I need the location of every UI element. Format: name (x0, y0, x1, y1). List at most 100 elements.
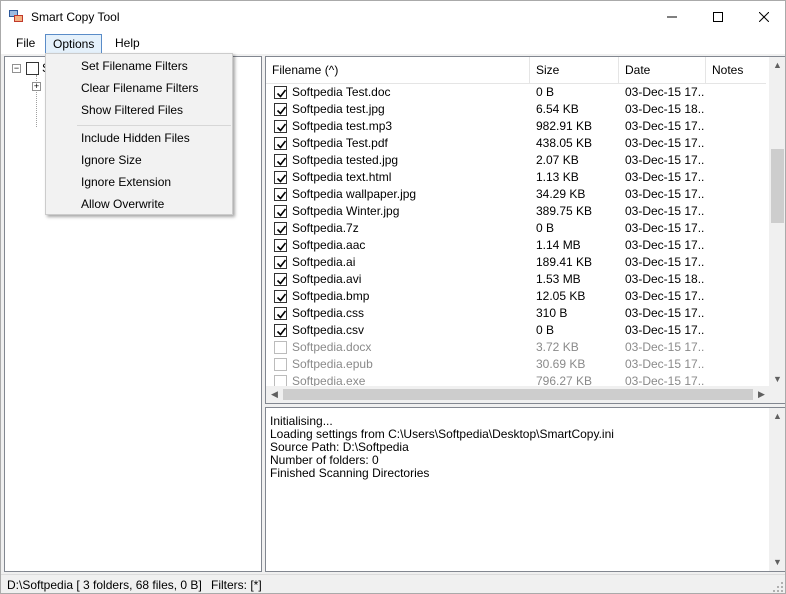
file-row[interactable]: Softpedia.csv 0 B 03-Dec-15 17... (266, 322, 766, 339)
checkmark-icon (276, 293, 287, 302)
column-header-date[interactable]: Date (619, 57, 706, 84)
file-checkbox[interactable] (274, 86, 287, 99)
file-checkbox[interactable] (274, 290, 287, 303)
file-size: 1.53 MB (536, 272, 581, 286)
file-checkbox[interactable] (274, 358, 287, 371)
menu-file[interactable]: File (9, 34, 42, 54)
menu-item-ignore-size[interactable]: Ignore Size (81, 153, 142, 167)
file-size: 3.72 KB (536, 340, 579, 354)
vertical-scroll-thumb[interactable] (771, 149, 784, 223)
menu-separator (77, 125, 231, 126)
app-icon (9, 10, 23, 22)
scroll-right-icon[interactable]: ▶ (753, 386, 770, 403)
file-name: Softpedia.aac (292, 238, 366, 252)
file-row[interactable]: Softpedia.epub 30.69 KB 03-Dec-15 17... (266, 356, 766, 373)
status-bar: D:\Softpedia [ 3 folders, 68 files, 0 B]… (1, 574, 785, 593)
tree-expand-toggle[interactable]: + (32, 82, 41, 91)
checkmark-icon (276, 276, 287, 285)
file-name: Softpedia.epub (292, 357, 373, 371)
file-row[interactable]: Softpedia.css 310 B 03-Dec-15 17... (266, 305, 766, 322)
menu-item-show-filtered-files[interactable]: Show Filtered Files (81, 103, 183, 117)
menu-item-ignore-extension[interactable]: Ignore Extension (81, 175, 171, 189)
log-scroll-up-icon[interactable]: ▲ (769, 408, 785, 425)
file-date: 03-Dec-15 17... (625, 187, 705, 201)
checkmark-icon (276, 191, 287, 200)
log-line: Finished Scanning Directories (270, 466, 430, 480)
scroll-left-icon[interactable]: ◀ (266, 386, 283, 403)
file-row[interactable]: Softpedia test.mp3 982.91 KB 03-Dec-15 17.… (266, 118, 766, 135)
column-header-filename[interactable]: Filename (^) (266, 57, 530, 84)
file-size: 0 B (536, 85, 555, 99)
file-checkbox[interactable] (274, 154, 287, 167)
close-button[interactable] (741, 1, 785, 32)
file-checkbox[interactable] (274, 137, 287, 150)
file-row[interactable]: Softpedia Winter.jpg 389.75 KB 03-Dec-15 1… (266, 203, 766, 220)
file-row[interactable]: Softpedia.7z 0 B 03-Dec-15 17... (266, 220, 766, 237)
file-checkbox[interactable] (274, 120, 287, 133)
file-date: 03-Dec-15 17... (625, 85, 705, 99)
checkmark-icon (276, 259, 287, 268)
window-title: Smart Copy Tool (31, 10, 120, 24)
column-header-notes[interactable]: Notes (706, 57, 766, 84)
tree-root-checkbox[interactable] (26, 62, 39, 75)
file-size: 0 B (536, 323, 555, 337)
file-checkbox[interactable] (274, 103, 287, 116)
menu-item-set-filename-filters[interactable]: Set Filename Filters (81, 59, 188, 73)
file-list-vertical-scrollbar[interactable]: ▲ ▼ (769, 57, 785, 388)
file-row[interactable]: Softpedia.avi 1.53 MB 03-Dec-15 18... (266, 271, 766, 288)
file-row[interactable]: Softpedia.ai 189.41 KB 03-Dec-15 17... (266, 254, 766, 271)
title-bar[interactable]: Smart Copy Tool (1, 1, 785, 32)
file-checkbox[interactable] (274, 205, 287, 218)
horizontal-scroll-thumb[interactable] (283, 389, 753, 400)
file-date: 03-Dec-15 17... (625, 255, 705, 269)
file-row[interactable]: Softpedia Test.pdf 438.05 KB 03-Dec-15 17.… (266, 135, 766, 152)
file-checkbox[interactable] (274, 324, 287, 337)
file-row[interactable]: Softpedia test.jpg 6.54 KB 03-Dec-15 18... (266, 101, 766, 118)
file-name: Softpedia tested.jpg (292, 153, 399, 167)
log-vertical-scrollbar[interactable]: ▲ ▼ (769, 408, 785, 571)
file-row[interactable]: Softpedia.docx 3.72 KB 03-Dec-15 17... (266, 339, 766, 356)
menu-options[interactable]: Options (45, 34, 103, 54)
menu-help[interactable]: Help (108, 34, 147, 54)
resize-grip-icon[interactable] (773, 582, 784, 593)
tree-collapse-toggle[interactable]: − (12, 64, 21, 73)
file-date: 03-Dec-15 18... (625, 272, 705, 286)
file-list-horizontal-scrollbar[interactable]: ◀ ▶ (266, 386, 770, 403)
file-checkbox[interactable] (274, 239, 287, 252)
file-checkbox[interactable] (274, 273, 287, 286)
scroll-up-icon[interactable]: ▲ (769, 57, 785, 74)
file-row[interactable]: Softpedia.aac 1.14 MB 03-Dec-15 17... (266, 237, 766, 254)
file-checkbox[interactable] (274, 222, 287, 235)
log-scroll-down-icon[interactable]: ▼ (769, 554, 785, 571)
file-row[interactable]: Softpedia tested.jpg 2.07 KB 03-Dec-15 17.… (266, 152, 766, 169)
file-date: 03-Dec-15 17... (625, 238, 705, 252)
file-name: Softpedia.bmp (292, 289, 370, 303)
file-name: Softpedia.7z (292, 221, 359, 235)
checkmark-icon (276, 157, 287, 166)
file-checkbox[interactable] (274, 256, 287, 269)
file-checkbox[interactable] (274, 307, 287, 320)
maximize-button[interactable] (695, 1, 741, 32)
file-size: 189.41 KB (536, 255, 593, 269)
menu-item-allow-overwrite[interactable]: Allow Overwrite (81, 197, 164, 211)
checkmark-icon (276, 310, 287, 319)
file-row[interactable]: Softpedia text.html 1.13 KB 03-Dec-15 17..… (266, 169, 766, 186)
menu-item-include-hidden-files[interactable]: Include Hidden Files (81, 131, 190, 145)
file-row[interactable]: Softpedia wallpaper.jpg 34.29 KB 03-Dec-15… (266, 186, 766, 203)
app-window: Smart Copy Tool File Options Help − S + … (0, 0, 786, 594)
file-size: 2.07 KB (536, 153, 579, 167)
file-list[interactable]: Filename (^) Size Date Notes Softpedia T… (265, 56, 785, 404)
file-row[interactable]: Softpedia Test.doc 0 B 03-Dec-15 17... (266, 84, 766, 101)
file-checkbox[interactable] (274, 188, 287, 201)
column-header-size[interactable]: Size (530, 57, 619, 84)
minimize-button[interactable] (649, 1, 695, 32)
file-checkbox[interactable] (274, 341, 287, 354)
file-checkbox[interactable] (274, 171, 287, 184)
menu-item-clear-filename-filters[interactable]: Clear Filename Filters (81, 81, 198, 95)
log-line: Initialising... (270, 414, 333, 428)
file-row[interactable]: Softpedia.bmp 12.05 KB 03-Dec-15 17... (266, 288, 766, 305)
file-date: 03-Dec-15 17... (625, 170, 705, 184)
checkmark-icon (276, 89, 287, 98)
log-output[interactable]: Initialising... Loading settings from C:… (265, 407, 785, 572)
checkmark-icon (276, 123, 287, 132)
